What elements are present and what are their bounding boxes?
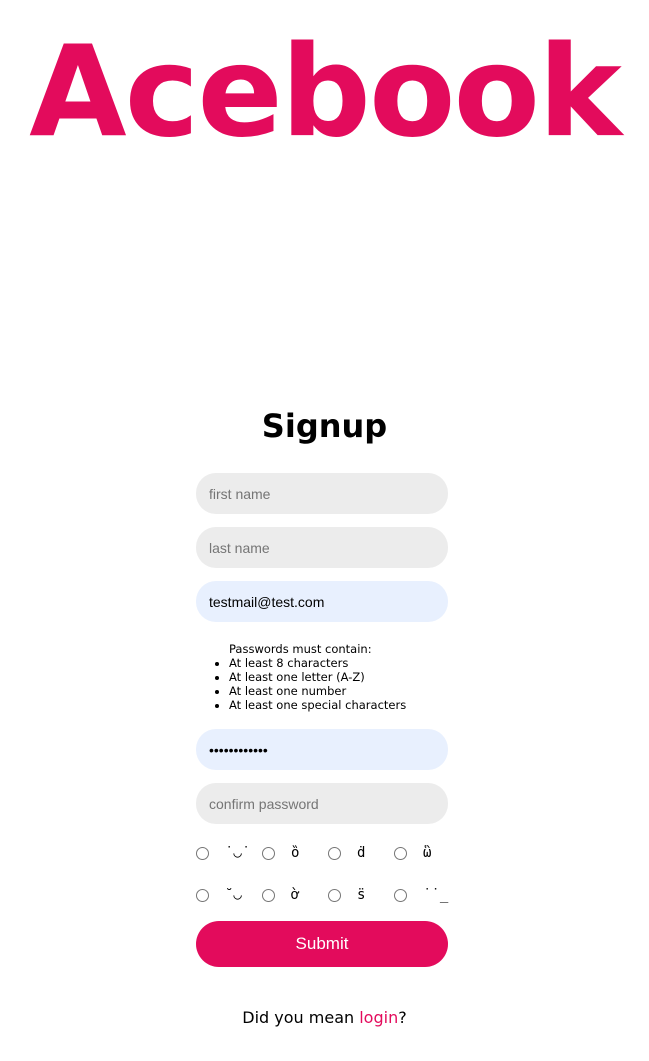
avatar-face: ḋ (357, 845, 366, 861)
avatar-option[interactable]: ˘◡ (196, 885, 242, 905)
password-rules-list: At least 8 characters At least one lette… (196, 656, 456, 712)
page-title: Signup (261, 407, 388, 445)
avatar-face: ˘◡ (225, 887, 242, 903)
password-rules: Passwords must contain: At least 8 chara… (196, 642, 456, 712)
avatar-radio[interactable] (262, 846, 275, 860)
signup-page: Acebook Signup Passwords must contain: A… (0, 0, 649, 1061)
avatar-face: ờ (291, 887, 300, 903)
avatar-radio[interactable] (328, 888, 341, 902)
avatar-option[interactable]: ȍ (262, 843, 299, 863)
submit-button[interactable]: Submit (196, 921, 448, 967)
login-link[interactable]: login (359, 1008, 398, 1027)
last-name-input[interactable] (196, 527, 448, 568)
avatar-row-1: ˙◡˙ ȍ ḋ ὣ (196, 843, 456, 863)
avatar-option[interactable]: ˙˙̲ (394, 885, 448, 905)
password-rules-heading: Passwords must contain: (229, 642, 372, 656)
login-prompt-suffix: ? (398, 1008, 407, 1027)
avatar-face: ὣ (423, 845, 432, 861)
avatar-option[interactable]: ˙◡˙ (196, 843, 250, 863)
avatar-row-2: ˘◡ ờ s̈ ˙˙̲ (196, 885, 456, 905)
avatar-face: ȍ (291, 845, 300, 861)
avatar-option[interactable]: ḋ (328, 843, 365, 863)
avatar-radio[interactable] (262, 888, 275, 902)
confirm-password-input[interactable] (196, 783, 448, 824)
avatar-option[interactable]: s̈ (328, 885, 365, 905)
avatar-radio[interactable] (394, 846, 407, 860)
password-rule: At least one special characters (229, 698, 456, 712)
brand-logo: Acebook (29, 18, 622, 165)
avatar-face: ˙◡˙ (225, 845, 251, 861)
password-rule: At least one letter (A-Z) (229, 670, 456, 684)
avatar-radio[interactable] (394, 888, 407, 902)
email-input[interactable] (196, 581, 448, 622)
avatar-option[interactable]: ὣ (394, 843, 431, 863)
password-rule: At least one number (229, 684, 456, 698)
login-prompt: Did you mean login? (0, 1008, 649, 1027)
first-name-input[interactable] (196, 473, 448, 514)
avatar-option[interactable]: ờ (262, 885, 299, 905)
login-prompt-prefix: Did you mean (242, 1008, 360, 1027)
avatar-radio[interactable] (196, 846, 209, 860)
avatar-face: s̈ (357, 887, 366, 903)
avatar-radio[interactable] (328, 846, 341, 860)
avatar-radio[interactable] (196, 888, 209, 902)
password-rule: At least 8 characters (229, 656, 456, 670)
avatar-face: ˙˙̲ (423, 887, 449, 903)
password-input[interactable] (196, 729, 448, 770)
